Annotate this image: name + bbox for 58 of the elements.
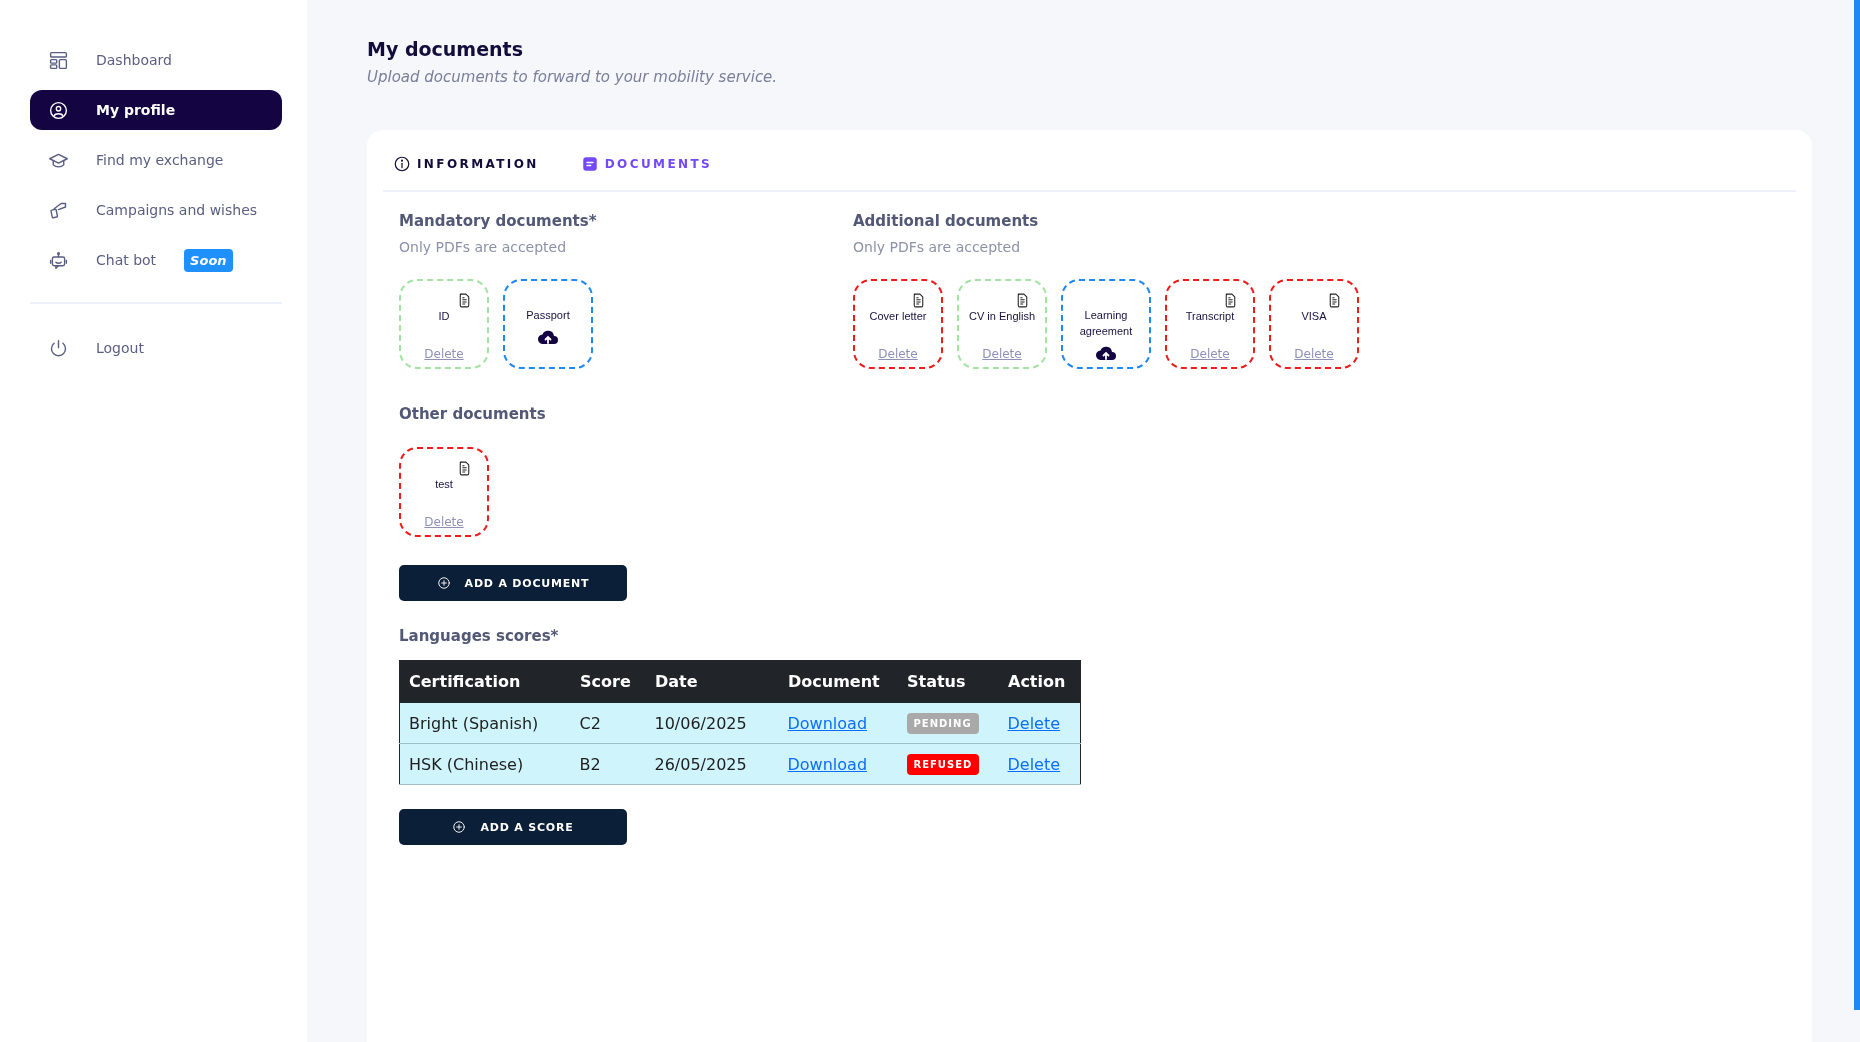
page-title: My documents xyxy=(367,38,524,60)
tab[interactable]: DOCUMENTS xyxy=(580,152,713,176)
section-note: Only PDFs are accepted xyxy=(399,239,568,255)
add-button[interactable]: ADD A DOCUMENT xyxy=(399,565,627,601)
document-tile[interactable]: Learning agreement xyxy=(1061,279,1151,369)
robot-icon xyxy=(48,249,69,271)
page-subtitle: Upload documents to forward to your mobility service. xyxy=(367,68,779,86)
column-header: Action xyxy=(998,660,1081,703)
power-icon xyxy=(48,337,69,359)
document-tile[interactable]: test Delete xyxy=(399,447,489,537)
section-title: Mandatory documents* xyxy=(399,212,598,230)
table-cell: 26/05/2025 xyxy=(645,743,779,785)
plus-icon xyxy=(452,820,467,834)
document-name: Transcript xyxy=(1184,309,1236,324)
section-title: Languages scores* xyxy=(399,627,560,645)
table-cell: C2 xyxy=(570,702,646,744)
user-icon xyxy=(48,99,69,121)
section-note: Only PDFs are accepted xyxy=(853,239,1022,255)
section-title: Additional documents xyxy=(853,212,1040,230)
document-name: Cover letter xyxy=(868,309,928,324)
status-badge: PENDING xyxy=(906,713,979,734)
info-icon xyxy=(393,155,411,173)
nav-item[interactable]: Find my exchange xyxy=(30,140,282,180)
nav-item[interactable]: My profile xyxy=(30,90,282,130)
document-name: Learning agreement xyxy=(1078,308,1134,339)
table-cell: HSK (Chinese) xyxy=(399,743,571,785)
document-name: CV in English xyxy=(967,309,1036,324)
nav-item[interactable]: Campaigns and wishes xyxy=(30,190,282,230)
plus-icon xyxy=(436,576,451,590)
table-cell: Bright (Spanish) xyxy=(399,702,571,744)
section-title: Other documents xyxy=(399,405,547,423)
nav-item[interactable]: Logout xyxy=(30,328,282,368)
soon-badge: Soon xyxy=(184,248,233,272)
dashboard-icon xyxy=(48,49,69,71)
nav-item[interactable]: Dashboard xyxy=(30,40,282,80)
scrollbar[interactable] xyxy=(1854,0,1860,1010)
column-header: Date xyxy=(645,660,779,703)
column-header: Document xyxy=(778,660,898,703)
column-header: Status xyxy=(897,660,999,703)
document-icon xyxy=(580,155,599,173)
document-tile[interactable]: ID Delete xyxy=(399,279,489,369)
document-name: test xyxy=(434,477,454,492)
document-tile[interactable]: Transcript Delete xyxy=(1165,279,1255,369)
status-badge: REFUSED xyxy=(906,754,980,775)
column-header: Certification xyxy=(399,660,571,703)
document-tile[interactable]: Passport xyxy=(503,279,593,369)
table-cell: B2 xyxy=(570,743,646,785)
document-tile[interactable]: Cover letter Delete xyxy=(853,279,943,369)
nav-item[interactable]: Chat bot Soon xyxy=(30,240,282,280)
column-header: Score xyxy=(570,660,646,703)
document-tile[interactable]: CV in English Delete xyxy=(957,279,1047,369)
table-cell: 10/06/2025 xyxy=(645,702,779,744)
add-button[interactable]: ADD A SCORE xyxy=(399,809,627,845)
document-name: VISA xyxy=(1300,309,1328,324)
document-name: ID xyxy=(437,309,451,324)
document-name: Passport xyxy=(525,308,571,323)
document-tile[interactable]: VISA Delete xyxy=(1269,279,1359,369)
tab[interactable]: INFORMATION xyxy=(393,152,539,176)
